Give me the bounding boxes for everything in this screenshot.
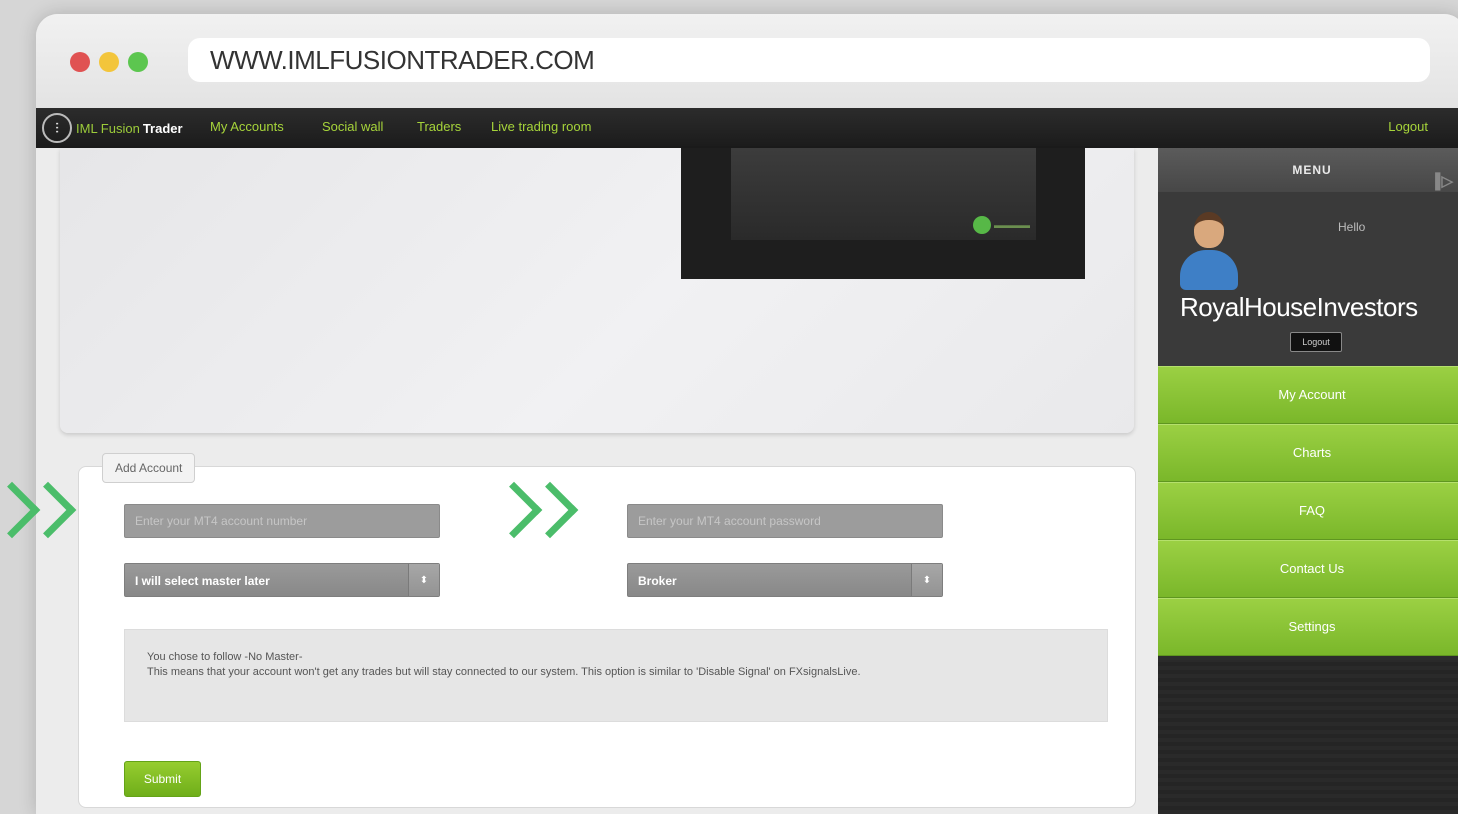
- video-preview[interactable]: ▬▬▬▬: [681, 148, 1085, 279]
- sidebar-item-settings[interactable]: Settings: [1158, 598, 1458, 656]
- notice-line-2: This means that your account won't get a…: [147, 666, 861, 678]
- hero-banner: ▬▬▬▬: [60, 148, 1134, 433]
- brand-name-part2: Trader: [142, 120, 183, 136]
- notice-line-1: You chose to follow -No Master-: [147, 651, 303, 663]
- sidebar-item-my-account[interactable]: My Account: [1158, 366, 1458, 424]
- brand-name-part1: IML Fusion: [76, 120, 140, 136]
- nav-my-accounts[interactable]: My Accounts: [210, 119, 284, 134]
- sidebar: MENU ▐▷ Hello RoyalHouseInvestors Logout…: [1158, 148, 1458, 814]
- minimize-window-button[interactable]: [99, 52, 119, 72]
- close-window-button[interactable]: [70, 52, 90, 72]
- nav-social-wall[interactable]: Social wall: [322, 119, 383, 134]
- add-account-legend: Add Account: [102, 453, 196, 483]
- follow-notice: You chose to follow -No Master- This mea…: [124, 629, 1108, 722]
- select-arrows-icon: ⬍: [408, 564, 439, 596]
- video-logo: ▬▬▬▬: [973, 216, 1030, 234]
- master-select-value: I will select master later: [135, 574, 270, 588]
- nav-traders[interactable]: Traders: [417, 119, 461, 134]
- nav-live-trading-room[interactable]: Live trading room: [491, 119, 591, 134]
- broker-select[interactable]: Broker ⬍: [627, 563, 943, 597]
- menu-title: MENU: [1292, 163, 1332, 177]
- menu-header: MENU ▐▷: [1158, 148, 1458, 192]
- account-password-input[interactable]: [627, 504, 943, 538]
- profile-card: Hello RoyalHouseInvestors Logout: [1158, 192, 1458, 366]
- video-logo-text: ▬▬▬▬: [994, 220, 1030, 230]
- browser-window: WWW.IMLFUSIONTRADER.COM ⫶ IML Fusion Tra…: [36, 14, 1458, 814]
- username: RoyalHouseInvestors: [1180, 292, 1418, 322]
- address-bar[interactable]: WWW.IMLFUSIONTRADER.COM: [188, 38, 1430, 82]
- video-screen: ▬▬▬▬: [731, 148, 1036, 240]
- broker-select-value: Broker: [638, 574, 677, 588]
- fusion-logo-icon: [973, 216, 991, 234]
- submit-button[interactable]: Submit: [124, 761, 201, 797]
- avatar: [1180, 212, 1238, 290]
- master-select[interactable]: I will select master later ⬍: [124, 563, 440, 597]
- brand[interactable]: ⫶ IML Fusion Trader: [42, 112, 183, 144]
- sidebar-item-faq[interactable]: FAQ: [1158, 482, 1458, 540]
- sidebar-background: [1158, 660, 1458, 814]
- hello-text: Hello: [1338, 220, 1366, 234]
- maximize-window-button[interactable]: [128, 52, 148, 72]
- account-number-input[interactable]: [124, 504, 440, 538]
- select-arrows-icon: ⬍: [911, 564, 942, 596]
- top-navigation: ⫶ IML Fusion Trader My Accounts Social w…: [36, 108, 1458, 148]
- sidebar-item-contact-us[interactable]: Contact Us: [1158, 540, 1458, 598]
- sidebar-item-charts[interactable]: Charts: [1158, 424, 1458, 482]
- browser-toolbar: WWW.IMLFUSIONTRADER.COM: [36, 14, 1458, 109]
- sidebar-logout-button[interactable]: Logout: [1290, 332, 1342, 352]
- top-logout-link[interactable]: Logout: [1388, 119, 1428, 134]
- brand-logo-icon: ⫶: [42, 113, 72, 143]
